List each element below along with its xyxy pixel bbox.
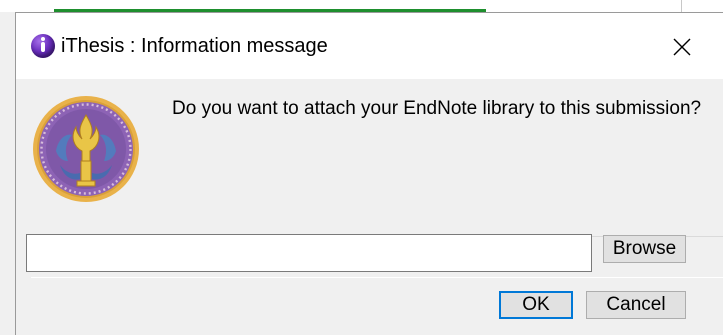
browse-button[interactable]: Browse xyxy=(603,235,686,263)
ithesis-app-icon xyxy=(31,34,55,58)
endnote-library-path-input[interactable] xyxy=(26,234,592,272)
dialog-titlebar[interactable]: iThesis : Information message xyxy=(16,13,723,79)
screen: iThesis : Information message Do you wan… xyxy=(0,0,723,335)
information-dialog: iThesis : Information message Do you wan… xyxy=(15,12,723,335)
university-emblem-icon xyxy=(32,95,140,203)
ok-button[interactable]: OK xyxy=(499,291,573,319)
message-text: Do you want to attach your EndNote libra… xyxy=(172,98,702,119)
close-button[interactable] xyxy=(662,27,702,67)
cancel-button[interactable]: Cancel xyxy=(586,291,686,319)
dialog-title: iThesis : Information message xyxy=(61,35,328,57)
close-icon xyxy=(673,38,691,56)
